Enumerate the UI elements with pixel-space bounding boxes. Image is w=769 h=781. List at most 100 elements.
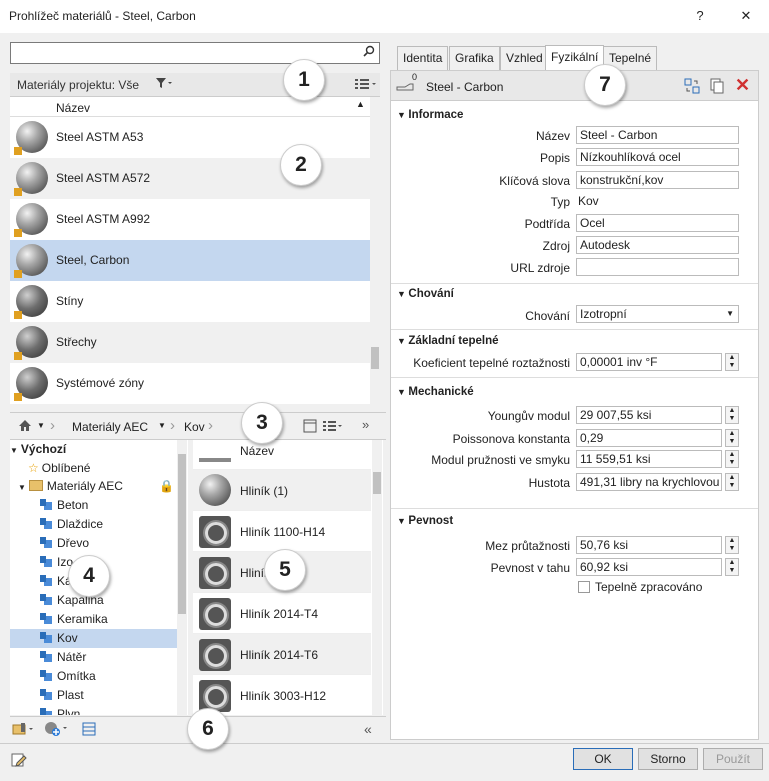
grid-item[interactable]: Hliník (1) [193, 470, 371, 511]
breadcrumb-item[interactable]: Kov [184, 420, 205, 434]
replace-asset-icon[interactable] [684, 78, 700, 97]
filter-label[interactable]: Materiály projektu: Vše [17, 78, 139, 92]
grid-column-name[interactable]: Název [240, 444, 274, 458]
apply-button[interactable]: Použít [703, 748, 763, 770]
help-button[interactable]: ? [690, 6, 710, 26]
callout-badge: 4 [68, 555, 110, 597]
thermal-coef-field[interactable]: 0,00001 inv °F [576, 353, 722, 371]
search-input[interactable] [10, 42, 380, 64]
list-scrollbar[interactable] [370, 97, 380, 404]
list-item[interactable]: Střechy [10, 322, 370, 363]
behavior-select[interactable]: Izotropní ▼ [576, 305, 739, 323]
library-icon [40, 689, 52, 700]
view-options-icon[interactable] [354, 77, 378, 94]
list-item-label: Steel, Carbon [56, 253, 130, 267]
subclass-field[interactable]: Ocel [576, 214, 739, 232]
expand-down-icon[interactable]: » [362, 417, 369, 432]
spinner-icon[interactable]: ▲ ▼ [725, 406, 739, 424]
scrollbar-thumb[interactable] [178, 454, 186, 614]
name-field[interactable]: Steel - Carbon [576, 126, 739, 144]
heat-treated-checkbox[interactable] [578, 581, 590, 593]
chevron-down-icon[interactable]: ▼ [37, 421, 45, 430]
asset-header: 0 Steel - Carbon ✕ [391, 71, 758, 101]
chevron-down-icon[interactable]: ▼ [158, 421, 166, 430]
tab-appearance[interactable]: Vzhled [500, 46, 549, 70]
grid-item[interactable]: Hliník 3003-H12 [193, 675, 371, 715]
ok-button[interactable]: OK [573, 748, 633, 770]
shear-field[interactable]: 11 559,51 ksi [576, 450, 722, 468]
section-thermal[interactable]: ▼ Základní tepelné [397, 335, 499, 347]
section-behavior[interactable]: ▼ Chování [397, 288, 454, 300]
callout-badge: 1 [283, 59, 325, 101]
panel-toggle-icon[interactable] [303, 419, 317, 436]
description-field[interactable]: Nízkouhlíková ocel [576, 148, 739, 166]
tree-item[interactable]: Dlaždice [40, 515, 103, 534]
tree-item[interactable]: Nátěr [40, 648, 86, 667]
poisson-field[interactable]: 0,29 [576, 429, 722, 447]
search-icon[interactable] [363, 45, 375, 60]
tree-item-aec[interactable]: ▼ Materiály AEC 🔒 [18, 477, 178, 496]
keywords-field[interactable]: konstrukční,kov [576, 171, 739, 189]
label-yield: Mez průtažnosti [485, 539, 570, 553]
tab-identity[interactable]: Identita [397, 46, 449, 70]
material-swatch-icon [14, 326, 48, 360]
title-bar: Prohlížeč materiálů - Steel, Carbon ? ✕ [0, 0, 769, 33]
library-icon [40, 499, 52, 510]
tree-item[interactable]: Omítka [40, 667, 96, 686]
spinner-icon[interactable]: ▲ ▼ [725, 353, 739, 371]
list-view-icon[interactable] [82, 722, 96, 739]
close-button[interactable]: ✕ [736, 6, 756, 26]
home-icon[interactable] [18, 419, 32, 435]
section-mechanical[interactable]: ▼ Mechanické [397, 386, 474, 398]
section-strength[interactable]: ▼ Pevnost [397, 515, 453, 527]
library-manage-icon[interactable] [12, 722, 36, 739]
scrollbar-thumb[interactable] [371, 347, 379, 369]
delete-asset-icon[interactable]: ✕ [735, 75, 750, 96]
filter-icon[interactable] [155, 76, 173, 93]
label-type: Typ [550, 195, 570, 209]
sort-asc-icon[interactable]: ▲ [356, 99, 365, 109]
collapse-left-icon[interactable]: « [364, 721, 372, 737]
duplicate-asset-icon[interactable] [709, 78, 725, 97]
grid-item[interactable]: Hliník 1100-H14 [193, 511, 371, 552]
grid-item[interactable]: Hliník 2014-T4 [193, 593, 371, 634]
add-material-icon[interactable] [44, 721, 70, 740]
density-field[interactable]: 491,31 libry na krychlovou s [576, 473, 722, 491]
list-column-name[interactable]: Název [56, 101, 90, 115]
source-field[interactable]: Autodesk [576, 236, 739, 254]
tab-graphics[interactable]: Grafika [449, 46, 500, 70]
list-item[interactable]: Stíny [10, 281, 370, 322]
grid-item[interactable]: Hliník 2014-T6 [193, 634, 371, 675]
spinner-icon[interactable]: ▲ ▼ [725, 536, 739, 554]
spinner-icon[interactable]: ▲ ▼ [725, 473, 739, 491]
tree-item[interactable]: Ká [40, 572, 72, 591]
section-info[interactable]: ▼ Informace [397, 109, 463, 121]
cancel-button[interactable]: Storno [638, 748, 698, 770]
tree-item-default[interactable]: ▼ Výchozí [10, 440, 66, 459]
edit-icon[interactable] [11, 752, 27, 771]
young-field[interactable]: 29 007,55 ksi [576, 406, 722, 424]
list-item[interactable]: Steel ASTM A992 [10, 199, 370, 240]
window-title: Prohlížeč materiálů - Steel, Carbon [9, 9, 196, 23]
spinner-icon[interactable]: ▲ ▼ [725, 558, 739, 576]
grid-header: Název [193, 440, 371, 470]
spinner-icon[interactable]: ▲ ▼ [725, 450, 739, 468]
spinner-icon[interactable]: ▲ ▼ [725, 429, 739, 447]
tree-item[interactable]: Plast [40, 686, 84, 705]
tree-item[interactable]: Beton [40, 496, 88, 515]
tensile-field[interactable]: 60,92 ksi [576, 558, 722, 576]
list-item-selected[interactable]: Steel, Carbon [10, 240, 370, 281]
tree-scrollbar[interactable] [177, 440, 187, 715]
scrollbar-thumb[interactable] [373, 472, 381, 494]
tree-item-selected[interactable]: Kov [10, 629, 178, 648]
source-url-field[interactable] [576, 258, 739, 276]
tree-item[interactable]: Keramika [40, 610, 108, 629]
grid-scrollbar[interactable] [372, 440, 382, 715]
yield-field[interactable]: 50,76 ksi [576, 536, 722, 554]
breadcrumb-item[interactable]: Materiály AEC [72, 420, 148, 434]
tree-item[interactable]: Plyn [40, 705, 80, 715]
tree-item-favorites[interactable]: ☆ Oblíbené [28, 459, 90, 478]
view-options-icon[interactable] [322, 420, 344, 436]
tree-item[interactable]: Dřevo [40, 534, 89, 553]
list-item[interactable]: Systémové zóny [10, 363, 370, 404]
